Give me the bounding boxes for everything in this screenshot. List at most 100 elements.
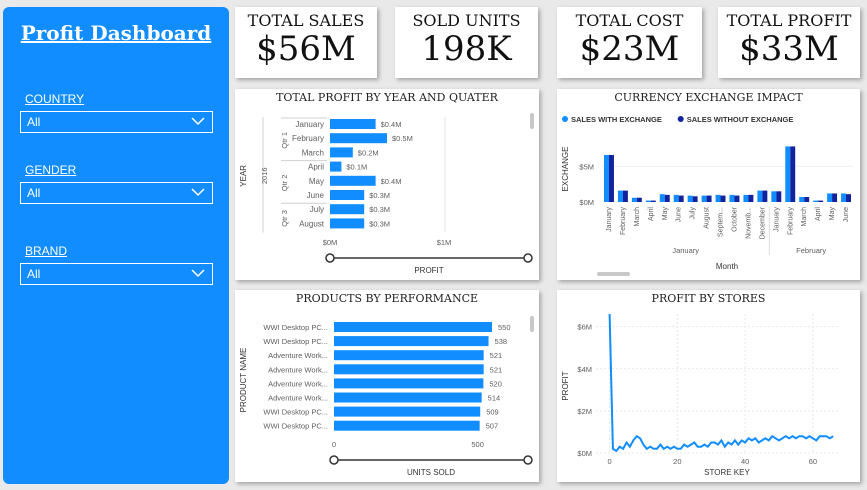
y-tick-label: $5M	[579, 162, 594, 171]
bar	[687, 195, 693, 202]
brand-slicer[interactable]: All	[20, 263, 213, 285]
bar	[330, 119, 376, 129]
bar	[827, 193, 833, 202]
scrollbar	[530, 113, 534, 129]
bar	[771, 191, 777, 202]
x-tick-label: April	[648, 207, 655, 221]
bar	[734, 195, 740, 202]
gender-slicer[interactable]: All	[20, 182, 213, 204]
bar	[330, 133, 387, 144]
x-tick-label: 0	[332, 440, 336, 449]
kpi-label: TOTAL PROFIT	[726, 11, 852, 30]
bar	[330, 204, 365, 215]
profit-by-quarter-card[interactable]: TOTAL PROFIT BY YEAR AND QUATER January $…	[235, 89, 539, 280]
x-tick-label: December	[759, 206, 766, 239]
data-label: 521	[490, 351, 503, 360]
bar	[334, 406, 481, 417]
data-label: 514	[488, 394, 501, 403]
bar	[334, 350, 484, 361]
x-tick-label: July	[690, 207, 697, 220]
x-tick-label: $0M	[323, 238, 338, 247]
y-tick-label: $0M	[577, 449, 592, 458]
sidebar: Profit Dashboard COUNTRY All GENDER All …	[3, 7, 229, 484]
bar	[743, 194, 749, 202]
profit-by-stores-card[interactable]: PROFIT BY STORES $0M $2M $4M $6M 0 20 40 60 STOR…	[557, 290, 860, 482]
bar	[841, 193, 847, 202]
category-label: May	[309, 177, 324, 186]
brand-slicer-value: All	[27, 267, 41, 281]
bar	[334, 364, 484, 375]
range-slider-handle	[523, 455, 533, 465]
kpi-card-total-sales[interactable]: TOTAL SALES $56M	[235, 7, 377, 78]
bar	[804, 197, 810, 202]
x-tick-label: Septem...	[718, 207, 725, 237]
data-label: 550	[498, 323, 511, 332]
gender-slicer-label: GENDER	[25, 163, 77, 177]
brand-slicer-label: BRAND	[25, 244, 68, 258]
kpi-card-total-cost[interactable]: TOTAL COST $23M	[557, 7, 702, 78]
bar	[330, 218, 365, 229]
category-label: WWI Desktop PC...	[263, 323, 328, 332]
y-axis-title: PRODUCT NAME	[239, 348, 248, 413]
country-slicer-label: COUNTRY	[25, 92, 85, 106]
legend-label: SALES WITH EXCHANGE	[571, 115, 662, 124]
category-label: July	[310, 205, 324, 214]
bar	[330, 147, 353, 158]
x-tick-label: May	[829, 207, 836, 221]
group-label: February	[796, 246, 826, 255]
dashboard-title: Profit Dashboard	[20, 21, 212, 45]
kpi-label: TOTAL SALES	[247, 11, 365, 30]
category-label: August	[299, 219, 325, 228]
bar	[330, 161, 342, 172]
category-label: April	[308, 163, 324, 172]
quarter-label: Qtr 3	[280, 210, 289, 227]
bar	[673, 194, 679, 202]
chevron-down-icon[interactable]	[190, 114, 206, 128]
chevron-down-icon[interactable]	[190, 266, 206, 280]
range-slider-handle	[325, 253, 335, 263]
quarter-label: Qtr 1	[280, 132, 289, 149]
bar	[334, 392, 482, 403]
profit-by-quarter-chart: January $0.4M February $0.5M March $0.2M April…	[239, 113, 534, 275]
chevron-down-icon[interactable]	[190, 185, 206, 199]
bar	[659, 194, 665, 202]
x-tick-label: October	[731, 206, 738, 232]
x-tick-label: January	[606, 207, 613, 232]
category-label: March	[302, 148, 324, 157]
bar	[334, 378, 484, 389]
data-label: $0.4M	[381, 120, 402, 129]
x-tick-label: February	[620, 207, 627, 236]
series-line	[608, 313, 834, 453]
bar	[818, 200, 824, 202]
bar	[790, 146, 796, 202]
country-slicer-value: All	[27, 115, 41, 129]
bar	[762, 190, 768, 202]
x-axis-title: STORE KEY	[704, 468, 750, 477]
data-label: $0.3M	[369, 205, 390, 214]
currency-exchange-card[interactable]: CURRENCY EXCHANGE IMPACT SALES WITH EXCH…	[557, 89, 860, 280]
x-axis-title: Month	[716, 262, 738, 271]
kpi-card-total-profit[interactable]: TOTAL PROFIT $33M	[718, 7, 860, 78]
data-label: $0.4M	[381, 177, 402, 186]
bar	[748, 194, 754, 202]
x-tick-label: May	[662, 207, 669, 221]
data-label: $0.3M	[369, 191, 390, 200]
data-label: 509	[486, 408, 499, 417]
kpi-value: $33M	[739, 29, 839, 69]
products-performance-card[interactable]: PRODUCTS BY PERFORMANCE WWI Desktop PC..…	[235, 290, 539, 482]
category-label: WWI Desktop PC...	[263, 408, 328, 417]
x-tick-label: March	[634, 207, 641, 227]
country-slicer[interactable]: All	[20, 111, 213, 133]
x-tick-label: February	[787, 207, 794, 236]
kpi-label: SOLD UNITS	[412, 11, 521, 30]
bar	[604, 154, 609, 202]
category-label: Adventure Work...	[268, 365, 328, 374]
kpi-value: $23M	[579, 29, 680, 69]
data-label: 521	[490, 365, 503, 374]
category-label: Adventure Work...	[268, 379, 328, 388]
kpi-card-sold-units[interactable]: SOLD UNITS 198K	[395, 7, 538, 78]
x-tick-label: August	[704, 207, 711, 229]
x-axis-title: UNITS SOLD	[407, 468, 455, 477]
category-label: WWI Desktop PC...	[263, 337, 328, 346]
bar	[706, 195, 712, 202]
